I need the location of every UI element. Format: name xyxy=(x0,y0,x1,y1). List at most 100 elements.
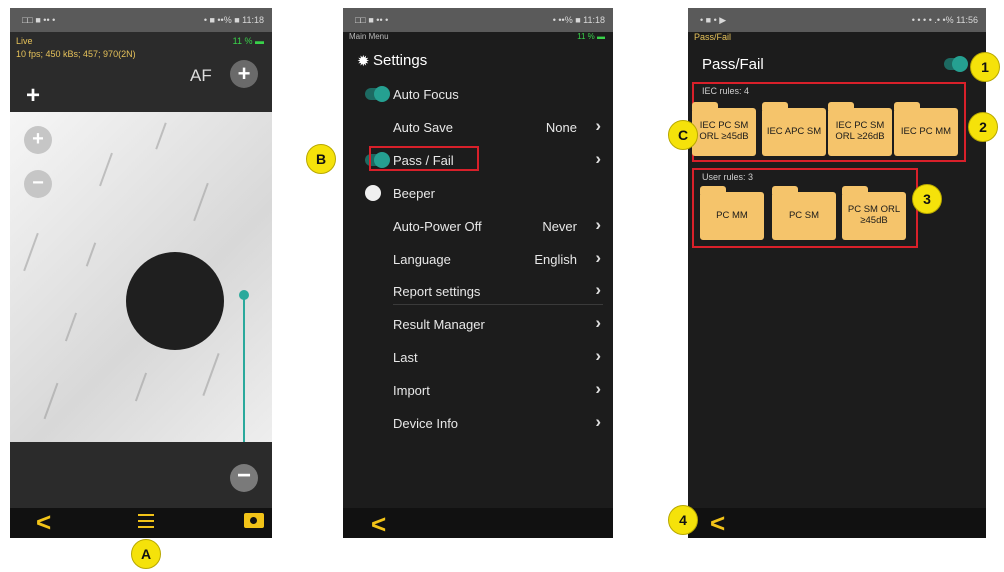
toggle-icon[interactable] xyxy=(365,185,389,201)
back-icon[interactable]: < xyxy=(36,509,51,535)
rule-folder[interactable]: IEC PC MM xyxy=(894,102,958,156)
camera-icon[interactable] xyxy=(244,513,264,528)
pass-fail-screen: • ■ • ▶ • • • • .• •% 11:56 Pass/Fail Pa… xyxy=(688,8,986,538)
menu-label: Main Menu xyxy=(349,32,389,41)
scratch-mark xyxy=(85,242,97,267)
menu-item-label: Import xyxy=(393,383,430,398)
camera-header: Live 11 % ▬ 10 fps; 450 kBs; 457; 970(2N… xyxy=(10,32,272,112)
af-button[interactable]: AF xyxy=(190,66,212,86)
fps-info: 10 fps; 450 kBs; 457; 970(2N) xyxy=(16,49,136,59)
sub-header: Pass/Fail xyxy=(694,32,732,42)
menu-item-label: Language xyxy=(393,252,451,267)
chevron-right-icon: › xyxy=(595,280,601,299)
iec-rules-label: IEC rules: 4 xyxy=(702,86,750,96)
status-bar: • ■ • ▶ • • • • .• •% 11:56 xyxy=(688,8,986,32)
scratch-mark xyxy=(134,372,148,402)
status-left: □□ ■ •• • xyxy=(22,15,56,25)
user-rules-label: User rules: 3 xyxy=(702,172,754,182)
status-bar: □□ ■ •• • • ■ ••% ■ 11:18 xyxy=(10,8,272,32)
callout-4: 4 xyxy=(668,505,698,535)
menu-item-language[interactable]: Language English › xyxy=(343,243,613,276)
status-right: • • • • .• •% 11:56 xyxy=(911,15,978,25)
camera-view-screen: □□ ■ •• • • ■ ••% ■ 11:18 Live 11 % ▬ 10… xyxy=(10,8,272,538)
bottom-nav xyxy=(688,508,986,538)
chevron-right-icon: › xyxy=(595,379,601,398)
status-right: • ■ ••% ■ 11:18 xyxy=(203,15,264,25)
chevron-right-icon: › xyxy=(595,412,601,431)
menu-item-auto-save[interactable]: Auto Save None › xyxy=(343,111,613,144)
chevron-right-icon: › xyxy=(595,346,601,365)
plus-icon[interactable]: + xyxy=(26,82,40,110)
scratch-mark xyxy=(155,122,167,150)
rule-folder[interactable]: IEC PC SM ORL ≥26dB xyxy=(828,102,892,156)
scratch-mark xyxy=(99,152,113,187)
menu-item-result-manager[interactable]: Result Manager › xyxy=(343,308,613,341)
focus-slider-track[interactable] xyxy=(243,294,245,442)
scratch-mark xyxy=(193,182,209,222)
highlight-box xyxy=(369,146,479,171)
pass-fail-toggle[interactable] xyxy=(944,56,968,72)
chevron-right-icon: › xyxy=(595,248,601,267)
menu-item-import[interactable]: Import › xyxy=(343,374,613,407)
page-title: Pass/Fail xyxy=(702,56,764,73)
status-bar: □□ ■ •• • • ••% ■ 11:18 xyxy=(343,8,613,32)
settings-screen: □□ ■ •• • • ••% ■ 11:18 Main Menu 11 % ▬… xyxy=(343,8,613,538)
rule-folder[interactable]: PC MM xyxy=(700,186,764,240)
page-title: Settings xyxy=(373,52,428,69)
zoom-out-button[interactable]: − xyxy=(230,464,258,492)
back-icon[interactable]: < xyxy=(710,510,725,536)
rule-folder[interactable]: PC SM ORL ≥45dB xyxy=(842,186,906,240)
menu-item-label: Device Info xyxy=(393,416,459,431)
menu-item-last[interactable]: Last › xyxy=(343,341,613,374)
status-right: • ••% ■ 11:18 xyxy=(552,15,605,25)
menu-item-auto-focus[interactable]: Auto Focus xyxy=(343,78,613,111)
scratch-mark xyxy=(64,312,78,342)
callout-a: A xyxy=(131,539,161,569)
status-left: • ■ • ▶ xyxy=(700,15,727,25)
zoom-in-button[interactable]: + xyxy=(230,60,258,88)
menu-item-beeper[interactable]: Beeper xyxy=(343,177,613,210)
live-label: Live xyxy=(16,36,33,46)
menu-item-label: Result Manager xyxy=(393,317,485,332)
menu-item-value: English xyxy=(534,252,577,267)
fiber-endface-image: + − xyxy=(10,112,272,442)
callout-b: B xyxy=(306,144,336,174)
rule-folder[interactable]: IEC APC SM xyxy=(762,102,826,156)
focus-slider-handle[interactable] xyxy=(239,290,249,300)
divider xyxy=(393,304,603,305)
scratch-mark xyxy=(202,353,220,396)
menu-item-label: Auto Focus xyxy=(393,87,459,102)
callout-c: C xyxy=(668,120,698,150)
sub-header: Main Menu 11 % ▬ xyxy=(343,32,613,42)
status-left: □□ ■ •• • xyxy=(355,15,389,25)
toggle-icon[interactable] xyxy=(365,86,390,102)
menu-item-value: None xyxy=(545,120,577,135)
callout-2: 2 xyxy=(968,112,998,142)
chevron-right-icon: › xyxy=(595,313,601,332)
zoom-plus-icon[interactable]: + xyxy=(24,126,52,154)
rule-folder[interactable]: PC SM xyxy=(772,186,836,240)
settings-header: ✹ Settings xyxy=(343,42,613,78)
menu-item-label: Auto Save xyxy=(393,120,453,135)
callout-1: 1 xyxy=(970,52,1000,82)
rule-folder[interactable]: IEC PC SM ORL ≥45dB xyxy=(692,102,756,156)
battery-indicator: 11 % ▬ xyxy=(577,32,605,41)
back-icon[interactable]: < xyxy=(371,511,386,537)
chevron-right-icon: › xyxy=(595,215,601,234)
scratch-mark xyxy=(43,382,59,420)
menu-item-label: Report settings xyxy=(393,284,481,299)
battery-indicator: 11 % ▬ xyxy=(232,36,264,46)
menu-item-value: Never xyxy=(542,219,577,234)
menu-item-device-info[interactable]: Device Info › xyxy=(343,407,613,440)
menu-item-label: Last xyxy=(393,350,418,365)
scratch-mark xyxy=(23,232,39,272)
menu-item-label: Beeper xyxy=(393,186,435,201)
chevron-right-icon: › xyxy=(595,116,601,135)
fiber-core xyxy=(126,252,224,350)
zoom-minus-icon[interactable]: − xyxy=(24,170,52,198)
menu-item-label: Auto-Power Off xyxy=(393,219,482,234)
callout-3: 3 xyxy=(912,184,942,214)
menu-icon[interactable] xyxy=(138,514,154,528)
chevron-right-icon: › xyxy=(595,149,601,168)
menu-item-auto-power-off[interactable]: Auto-Power Off Never › xyxy=(343,210,613,243)
